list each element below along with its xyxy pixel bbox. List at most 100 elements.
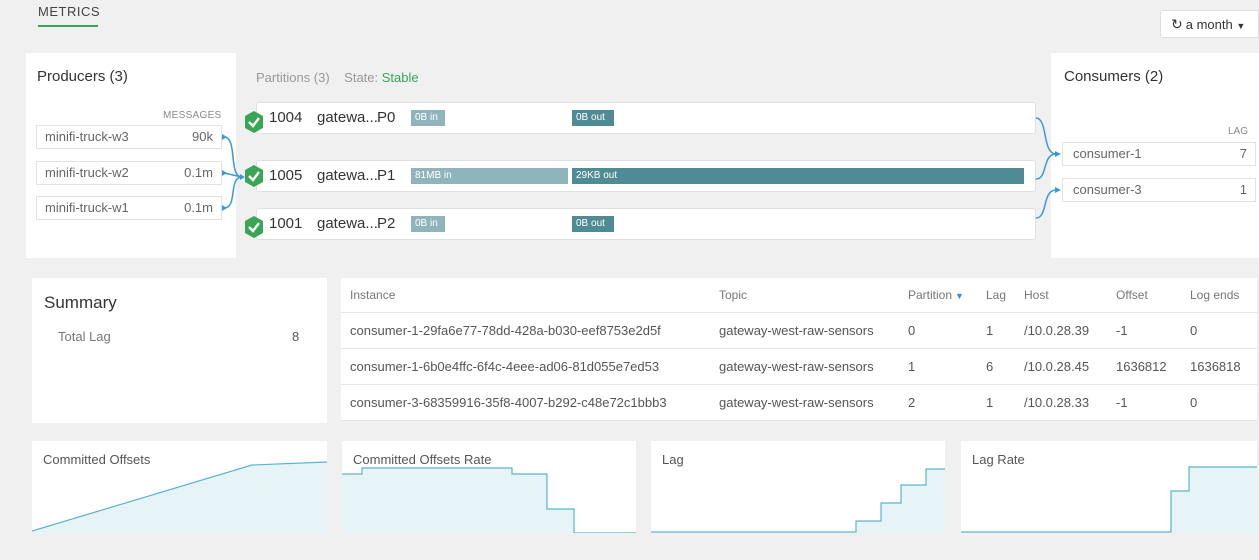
total-lag-value: 8 — [292, 329, 300, 344]
chart-title: Committed Offsets — [43, 452, 151, 467]
lag-chart: Lag — [651, 441, 945, 533]
producer-messages: 0.1m — [184, 200, 213, 215]
producer-connector-lines — [222, 134, 245, 211]
producer-messages: 90k — [192, 129, 213, 144]
bytes-in-bar: 0B in — [411, 110, 445, 126]
cell-log-ends: 0 — [1181, 312, 1257, 349]
producer-messages: 0.1m — [184, 165, 213, 180]
partition-topic: gatewa... — [317, 109, 378, 126]
cell-topic: gateway-west-raw-sensors — [710, 348, 899, 385]
cell-lag: 6 — [977, 348, 1015, 385]
partitions-title: Partitions (3) — [256, 70, 330, 85]
messages-column-header: MESSAGES — [163, 110, 222, 121]
table-row[interactable]: consumer-1-6b0e4ffc-6f4c-4eee-ad06-81d05… — [341, 348, 1257, 385]
chart-title: Lag — [662, 452, 684, 467]
cell-offset: 1636812 — [1107, 348, 1181, 385]
cell-offset: -1 — [1107, 312, 1181, 349]
chart-title: Committed Offsets Rate — [353, 452, 492, 467]
cell-host: /10.0.28.33 — [1015, 384, 1107, 421]
partitions-header: Partitions (3) State: Stable — [256, 70, 419, 85]
consumer-name: consumer-1 — [1073, 146, 1142, 161]
committed-offsets-rate-chart: Committed Offsets Rate — [342, 441, 636, 533]
partition-topic: gatewa... — [317, 167, 378, 184]
producer-name: minifi-truck-w1 — [45, 200, 129, 215]
partition-id: 1001 — [269, 215, 303, 232]
bytes-in-label: 0B in — [415, 112, 438, 123]
column-header-log-ends[interactable]: Log ends — [1181, 278, 1257, 313]
bytes-out-bar: 29KB out — [572, 168, 1024, 184]
partition-id: 1004 — [269, 109, 303, 126]
bytes-out-bar: 0B out — [572, 216, 614, 232]
refresh-icon: ↻ — [1171, 16, 1183, 32]
committed-offsets-chart: Committed Offsets — [32, 441, 327, 533]
bytes-out-label: 0B out — [576, 218, 605, 229]
cell-offset: -1 — [1107, 384, 1181, 421]
partition-row-p2[interactable]: 1001 gatewa... P2 0B in 0B out — [256, 208, 1036, 240]
cell-partition: 1 — [899, 348, 977, 385]
cell-host: /10.0.28.45 — [1015, 348, 1107, 385]
cell-lag: 1 — [977, 312, 1015, 349]
bytes-out-label: 0B out — [576, 112, 605, 123]
table-row[interactable]: consumer-3-68359916-35f8-4007-b292-c48e7… — [341, 384, 1257, 421]
producer-name: minifi-truck-w3 — [45, 129, 129, 144]
cell-instance: consumer-1-6b0e4ffc-6f4c-4eee-ad06-81d05… — [341, 348, 710, 385]
cell-lag: 1 — [977, 384, 1015, 421]
metrics-tab[interactable]: METRICS — [38, 4, 100, 19]
lag-sparkline — [651, 468, 945, 533]
cell-partition: 0 — [899, 312, 977, 349]
consumer-row[interactable]: consumer-3 1 — [1062, 178, 1256, 202]
producer-name: minifi-truck-w2 — [45, 165, 129, 180]
partition-number: P1 — [377, 167, 396, 184]
consumers-title: Consumers (2) — [1064, 68, 1164, 85]
state-value: Stable — [381, 70, 419, 85]
state-label: State: — [344, 70, 379, 85]
instances-table: Instance Topic Partition ▼ Lag Host Offse… — [341, 278, 1257, 421]
column-header-instance[interactable]: Instance — [341, 278, 710, 313]
time-range-dropdown[interactable]: ↻ a month ▼ — [1160, 10, 1259, 38]
partition-row-p0[interactable]: 1004 gatewa... P0 0B in 0B out — [256, 102, 1036, 134]
cell-topic: gateway-west-raw-sensors — [710, 312, 899, 349]
partition-topic: gatewa... — [317, 215, 378, 232]
cell-log-ends: 1636818 — [1181, 348, 1257, 385]
chart-title: Lag Rate — [972, 452, 1025, 467]
consumer-name: consumer-3 — [1073, 182, 1142, 197]
consumer-connector-lines — [1035, 117, 1061, 219]
partition-number: P0 — [377, 109, 396, 126]
producer-row[interactable]: minifi-truck-w3 90k — [36, 125, 222, 149]
cell-partition: 2 — [899, 384, 977, 421]
table-header-row: Instance Topic Partition ▼ Lag Host Offse… — [341, 278, 1257, 313]
partition-id: 1005 — [269, 167, 303, 184]
partition-row-p1[interactable]: 1005 gatewa... P1 81MB in 29KB out — [256, 160, 1036, 192]
column-header-offset[interactable]: Offset — [1107, 278, 1181, 313]
sort-desc-icon: ▼ — [955, 290, 964, 301]
table-row[interactable]: consumer-1-29fa6e77-78dd-428a-b030-eef87… — [341, 312, 1257, 349]
time-range-label: a month — [1185, 17, 1233, 32]
metrics-tab-underline — [38, 25, 98, 27]
cell-host: /10.0.28.39 — [1015, 312, 1107, 349]
bytes-in-bar: 81MB in — [411, 168, 568, 184]
column-header-host[interactable]: Host — [1015, 278, 1107, 313]
consumer-row[interactable]: consumer-1 7 — [1062, 142, 1256, 166]
lag-column-header: LAG — [1228, 126, 1249, 137]
producers-title: Producers (3) — [37, 68, 128, 85]
cell-instance: consumer-1-29fa6e77-78dd-428a-b030-eef87… — [341, 312, 710, 349]
cell-topic: gateway-west-raw-sensors — [710, 384, 899, 421]
lag-rate-chart: Lag Rate — [961, 441, 1257, 533]
consumer-lag: 7 — [1239, 146, 1247, 161]
column-header-lag[interactable]: Lag — [977, 278, 1015, 313]
cell-log-ends: 0 — [1181, 384, 1257, 421]
summary-title: Summary — [44, 293, 117, 312]
total-lag-label: Total Lag — [58, 329, 111, 344]
producer-row[interactable]: minifi-truck-w1 0.1m — [36, 196, 222, 220]
bytes-in-label: 81MB in — [415, 170, 452, 181]
bytes-out-bar: 0B out — [572, 110, 614, 126]
cell-instance: consumer-3-68359916-35f8-4007-b292-c48e7… — [341, 384, 710, 421]
column-header-partition[interactable]: Partition ▼ — [899, 278, 977, 313]
consumer-lag: 1 — [1239, 182, 1247, 197]
bytes-out-label: 29KB out — [576, 170, 618, 181]
partition-number: P2 — [377, 215, 396, 232]
column-header-topic[interactable]: Topic — [710, 278, 899, 313]
producer-row[interactable]: minifi-truck-w2 0.1m — [36, 161, 222, 185]
chevron-down-icon: ▼ — [1236, 21, 1246, 31]
bytes-in-label: 0B in — [415, 218, 438, 229]
